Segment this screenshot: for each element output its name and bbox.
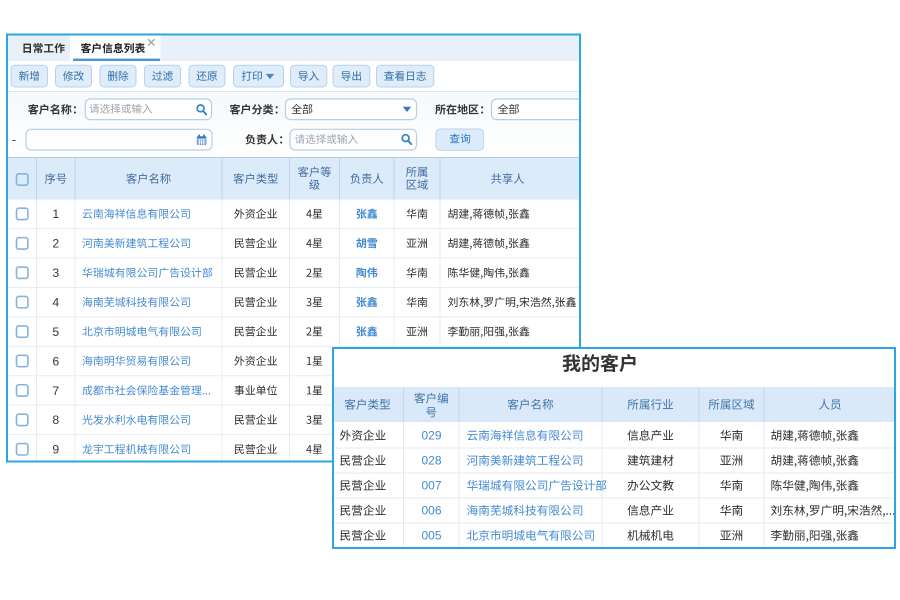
- svg-text:9: 9: [52, 443, 59, 457]
- svg-text:7: 7: [52, 384, 59, 398]
- svg-text:028: 028: [421, 454, 441, 468]
- svg-text:2: 2: [52, 237, 59, 251]
- svg-text:6: 6: [52, 354, 59, 368]
- svg-text:006: 006: [421, 504, 441, 518]
- svg-text:8: 8: [52, 413, 59, 427]
- svg-text:007: 007: [421, 479, 441, 493]
- svg-text:029: 029: [421, 429, 441, 443]
- svg-text:4: 4: [52, 296, 59, 310]
- svg-text:-: -: [12, 133, 16, 147]
- svg-text:1: 1: [52, 207, 59, 221]
- svg-text:3: 3: [52, 266, 59, 280]
- svg-text:005: 005: [421, 529, 441, 543]
- svg-text:5: 5: [52, 325, 59, 339]
